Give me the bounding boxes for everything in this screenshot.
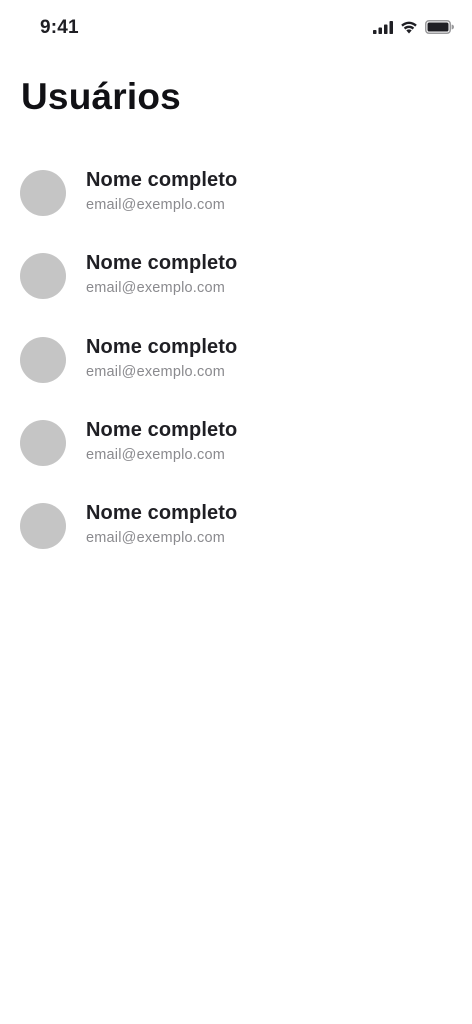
list-item[interactable]: Nome completo email@exemplo.com xyxy=(0,247,472,330)
user-email: email@exemplo.com xyxy=(86,530,225,546)
user-name: Nome completo xyxy=(86,418,238,441)
user-email: email@exemplo.com xyxy=(86,446,225,463)
user-name: Nome completo xyxy=(86,335,238,358)
wifi-icon xyxy=(400,20,418,39)
list-item[interactable]: Nome completo email@exemplo.com xyxy=(0,164,472,247)
avatar xyxy=(20,336,66,383)
battery-icon xyxy=(425,20,454,39)
cellular-signal-icon xyxy=(373,20,393,39)
user-email: email@exemplo.com xyxy=(86,197,225,213)
list-item[interactable]: Nome completo email@exemplo.com xyxy=(0,414,472,497)
status-bar: 9:41 xyxy=(0,0,472,56)
user-email: email@exemplo.com xyxy=(86,363,225,380)
user-email: email@exemplo.com xyxy=(86,280,225,297)
page-title: Usuários xyxy=(21,76,181,117)
avatar xyxy=(20,170,66,216)
user-name: Nome completo xyxy=(86,169,238,191)
list-item[interactable]: Nome completo email@exemplo.com xyxy=(0,331,472,414)
list-item[interactable]: Nome completo email@exemplo.com xyxy=(0,497,472,580)
avatar xyxy=(20,419,66,466)
avatar xyxy=(20,503,66,549)
status-time: 9:41 xyxy=(40,17,79,38)
user-name: Nome completo xyxy=(86,502,238,524)
avatar xyxy=(20,253,66,300)
status-icons xyxy=(373,20,454,39)
user-name: Nome completo xyxy=(86,252,238,275)
user-list: Nome completo email@exemplo.com Nome com… xyxy=(0,164,472,580)
